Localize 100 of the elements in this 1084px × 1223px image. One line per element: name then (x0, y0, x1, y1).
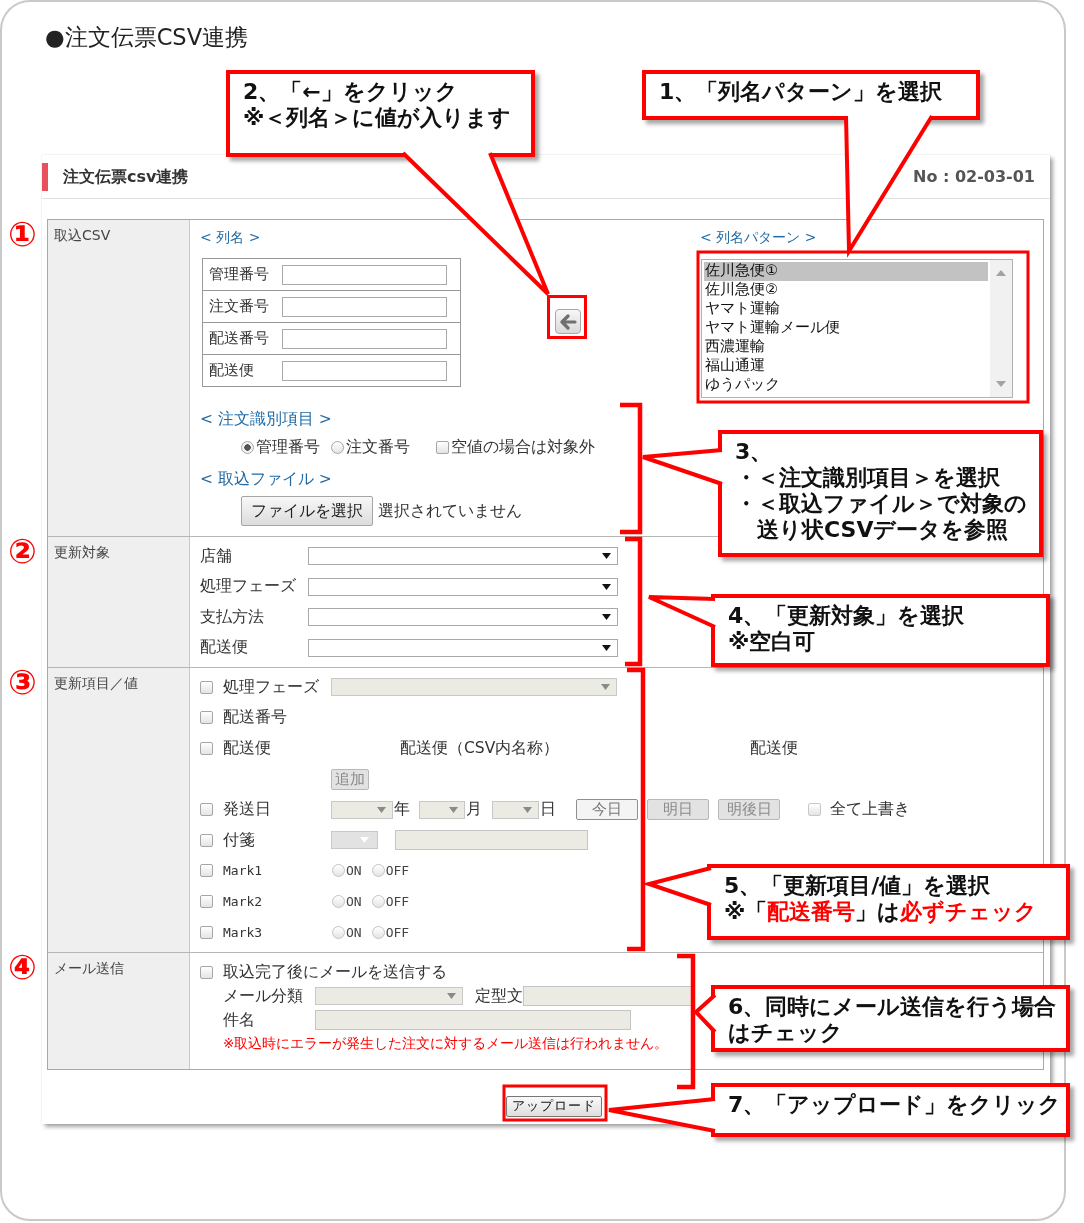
caret-down-icon (523, 806, 532, 813)
checkbox[interactable] (200, 711, 213, 725)
checkbox-label: Mark3 (223, 924, 263, 940)
option-label: ON (346, 893, 362, 909)
step-number: ② (8, 533, 37, 569)
caret-down-icon (377, 806, 386, 813)
option-label: OFF (385, 863, 410, 879)
option-label: OFF (385, 893, 410, 909)
list-item[interactable]: ヤマト運輸メール便 (704, 319, 988, 338)
caret-down-icon (449, 806, 458, 813)
option-label: OFF (385, 924, 410, 940)
checkbox-label: 空値の場合は対象外 (451, 436, 595, 458)
file-status: 選択されていません (378, 500, 522, 522)
caret-down-icon (602, 644, 611, 651)
option-label: ON (346, 924, 362, 940)
list-item[interactable]: 西濃運輸 (704, 338, 988, 357)
checkbox[interactable] (200, 925, 213, 939)
option-label: 注文番号 (346, 436, 410, 458)
checkbox[interactable] (200, 864, 213, 878)
checkbox-label: 発送日 (223, 799, 271, 821)
checkbox-label: Mark1 (223, 863, 263, 879)
unit-label: 日 (540, 799, 556, 821)
checkbox[interactable] (200, 833, 213, 847)
radio-button[interactable] (332, 894, 345, 908)
checkbox[interactable] (200, 965, 213, 979)
section-label: 更新対象 (48, 537, 190, 667)
checkbox[interactable] (200, 742, 213, 755)
radio-button[interactable] (332, 925, 345, 939)
callout: 1、「列名パターン」を選択 (642, 70, 980, 120)
field-label: 配送便 (209, 361, 254, 380)
list-item[interactable]: 佐川急便② (704, 281, 988, 300)
checkbox-label: 配送番号 (223, 707, 287, 729)
field-label: 件名 (223, 1009, 255, 1031)
section-label: 取込CSV (48, 220, 190, 536)
callout: 2、「←」をクリック ※＜列名＞に値が入ります (226, 70, 535, 157)
checkbox-label: 配送便 (223, 738, 271, 759)
checkbox[interactable] (200, 803, 213, 817)
callout: 3、 ・＜注文識別項目＞を選択 ・＜取込ファイル＞で対象の送り状CSVデータを参照 (718, 430, 1043, 557)
caret-up-icon (996, 270, 1006, 276)
column-heading: 配送便（CSV内名称） (400, 739, 560, 757)
caret-down-icon (996, 381, 1006, 387)
caret-down-icon (447, 993, 456, 1000)
checkbox[interactable] (436, 440, 449, 454)
section-label: メール送信 (48, 953, 190, 1070)
checkbox[interactable] (200, 680, 213, 694)
section-heading: < 列名パターン > (700, 228, 817, 246)
section-heading: < 取込ファイル > (200, 469, 332, 489)
radio-button[interactable] (371, 925, 385, 939)
upload-button[interactable]: アップロード (506, 1096, 602, 1118)
checkbox[interactable] (200, 894, 213, 908)
list-item[interactable]: 福山通運 (704, 357, 988, 376)
checkbox[interactable] (808, 803, 821, 817)
caret-down-icon (601, 684, 610, 691)
warning-note: ※取込時にエラーが発生した注文に対するメール送信は行われません。 (223, 1035, 669, 1054)
section-heading: < 列名 > (200, 228, 261, 246)
field-label: 注文番号 (209, 297, 269, 316)
field-label: 処理フェーズ (200, 576, 296, 598)
radio-button[interactable] (241, 440, 254, 454)
dropdown-field[interactable] (308, 577, 618, 596)
list-item[interactable]: ヤマト運輸 (704, 300, 988, 319)
step-number: ④ (8, 949, 37, 986)
field-label: 配送番号 (209, 329, 269, 348)
file-button[interactable]: ファイルを選択 (241, 496, 373, 526)
field-label: 店舗 (200, 545, 232, 567)
date-button[interactable]: 今日 (576, 799, 638, 821)
highlight-frame (547, 295, 587, 339)
field-label: 配送便 (200, 637, 248, 659)
option-label: 管理番号 (256, 436, 320, 458)
dropdown-field[interactable] (308, 608, 618, 627)
dropdown-field[interactable] (308, 638, 618, 657)
radio-button[interactable] (371, 864, 385, 878)
radio-button[interactable] (331, 440, 344, 454)
step-number: ① (8, 216, 37, 252)
dropdown-field[interactable] (308, 547, 618, 566)
left-arrow-icon (559, 313, 577, 330)
callout-pointer (647, 595, 717, 629)
list-item[interactable]: 佐川急便① (704, 262, 988, 281)
caret-down-icon (360, 837, 369, 844)
unit-label: 年 (394, 799, 410, 821)
text-field[interactable] (282, 264, 447, 285)
text-field[interactable] (282, 360, 447, 381)
section-label: 更新項目／値 (48, 668, 190, 953)
caret-down-icon (602, 553, 611, 560)
radio-button[interactable] (371, 894, 385, 908)
checkbox-label: 全て上書き (830, 799, 910, 821)
caret-down-icon (602, 583, 611, 590)
callout-pointer (642, 866, 713, 907)
arrow-button[interactable] (555, 309, 581, 334)
text-field[interactable] (282, 296, 447, 317)
radio-button[interactable] (332, 864, 345, 878)
callout: 4、「更新対象」を選択 ※空白可 (711, 594, 1050, 667)
text-field[interactable] (282, 328, 447, 349)
screen-code: No : 02-03-01 (913, 167, 1035, 186)
unit-label: 月 (466, 799, 482, 821)
page-title: ●注文伝票CSV連携 (45, 23, 249, 52)
column-heading: 配送便 (750, 738, 798, 759)
list-item[interactable]: ゆうパック (704, 376, 988, 395)
section-heading: < 注文識別項目 > (200, 409, 332, 429)
checkbox-label: Mark2 (223, 893, 263, 909)
caret-down-icon (602, 614, 611, 621)
